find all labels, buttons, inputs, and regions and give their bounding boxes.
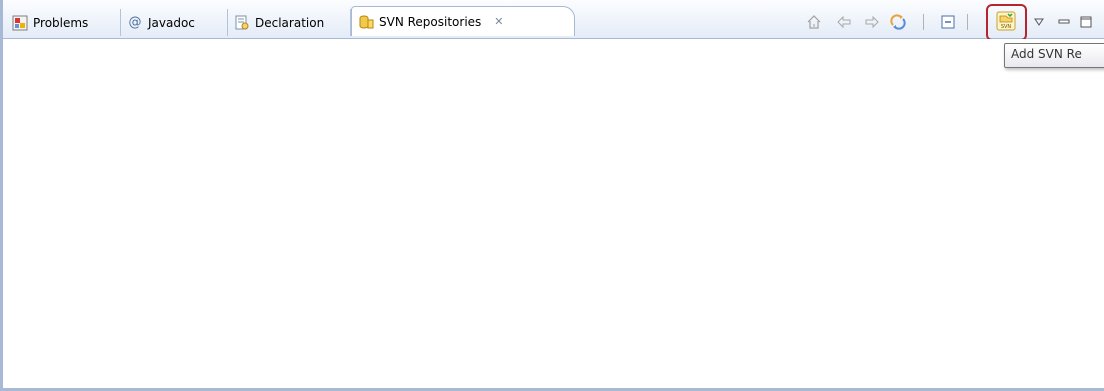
tab-label: SVN Repositories bbox=[379, 14, 482, 29]
maximize-icon bbox=[1080, 16, 1092, 28]
tab-declaration[interactable]: Declaration bbox=[228, 9, 351, 36]
tooltip: Add SVN Re bbox=[1004, 43, 1104, 68]
back-arrow-icon bbox=[837, 15, 851, 29]
javadoc-at-icon: @ bbox=[128, 15, 142, 30]
tab-problems[interactable]: Problems bbox=[6, 9, 121, 36]
view-tab-bar: Problems @ Javadoc Declaration SVN Repos… bbox=[3, 0, 1104, 39]
maximize-button[interactable] bbox=[1075, 11, 1097, 33]
tab-label: Declaration bbox=[255, 15, 325, 30]
collapse-all-icon bbox=[941, 15, 955, 29]
repositories-content-area[interactable] bbox=[6, 39, 1104, 388]
forward-arrow-icon bbox=[865, 15, 879, 29]
svn-repositories-view: Problems @ Javadoc Declaration SVN Repos… bbox=[0, 0, 1104, 391]
refresh-icon bbox=[890, 14, 906, 30]
minimize-button[interactable] bbox=[1053, 11, 1075, 33]
svn-repositories-icon bbox=[359, 15, 374, 28]
close-icon[interactable]: ✕ bbox=[494, 15, 503, 28]
home-icon bbox=[807, 15, 821, 29]
tab-javadoc[interactable]: @ Javadoc bbox=[121, 9, 228, 36]
tab-label: Problems bbox=[33, 15, 89, 30]
declaration-icon bbox=[235, 15, 249, 29]
problems-icon bbox=[12, 15, 28, 30]
forward-button[interactable] bbox=[861, 11, 883, 33]
view-menu-icon bbox=[1034, 18, 1044, 26]
back-button[interactable] bbox=[833, 11, 855, 33]
view-menu-button[interactable] bbox=[1028, 11, 1050, 33]
collapse-all-button[interactable] bbox=[937, 11, 959, 33]
home-button[interactable] bbox=[803, 11, 825, 33]
add-svn-button-highlight bbox=[986, 4, 1027, 41]
refresh-button[interactable] bbox=[887, 11, 909, 33]
tab-svn-repositories[interactable]: SVN Repositories ✕ bbox=[351, 6, 575, 36]
tab-label: Javadoc bbox=[148, 15, 195, 30]
toolbar-separator bbox=[967, 14, 968, 30]
toolbar-separator bbox=[923, 14, 924, 30]
minimize-icon bbox=[1058, 19, 1070, 24]
